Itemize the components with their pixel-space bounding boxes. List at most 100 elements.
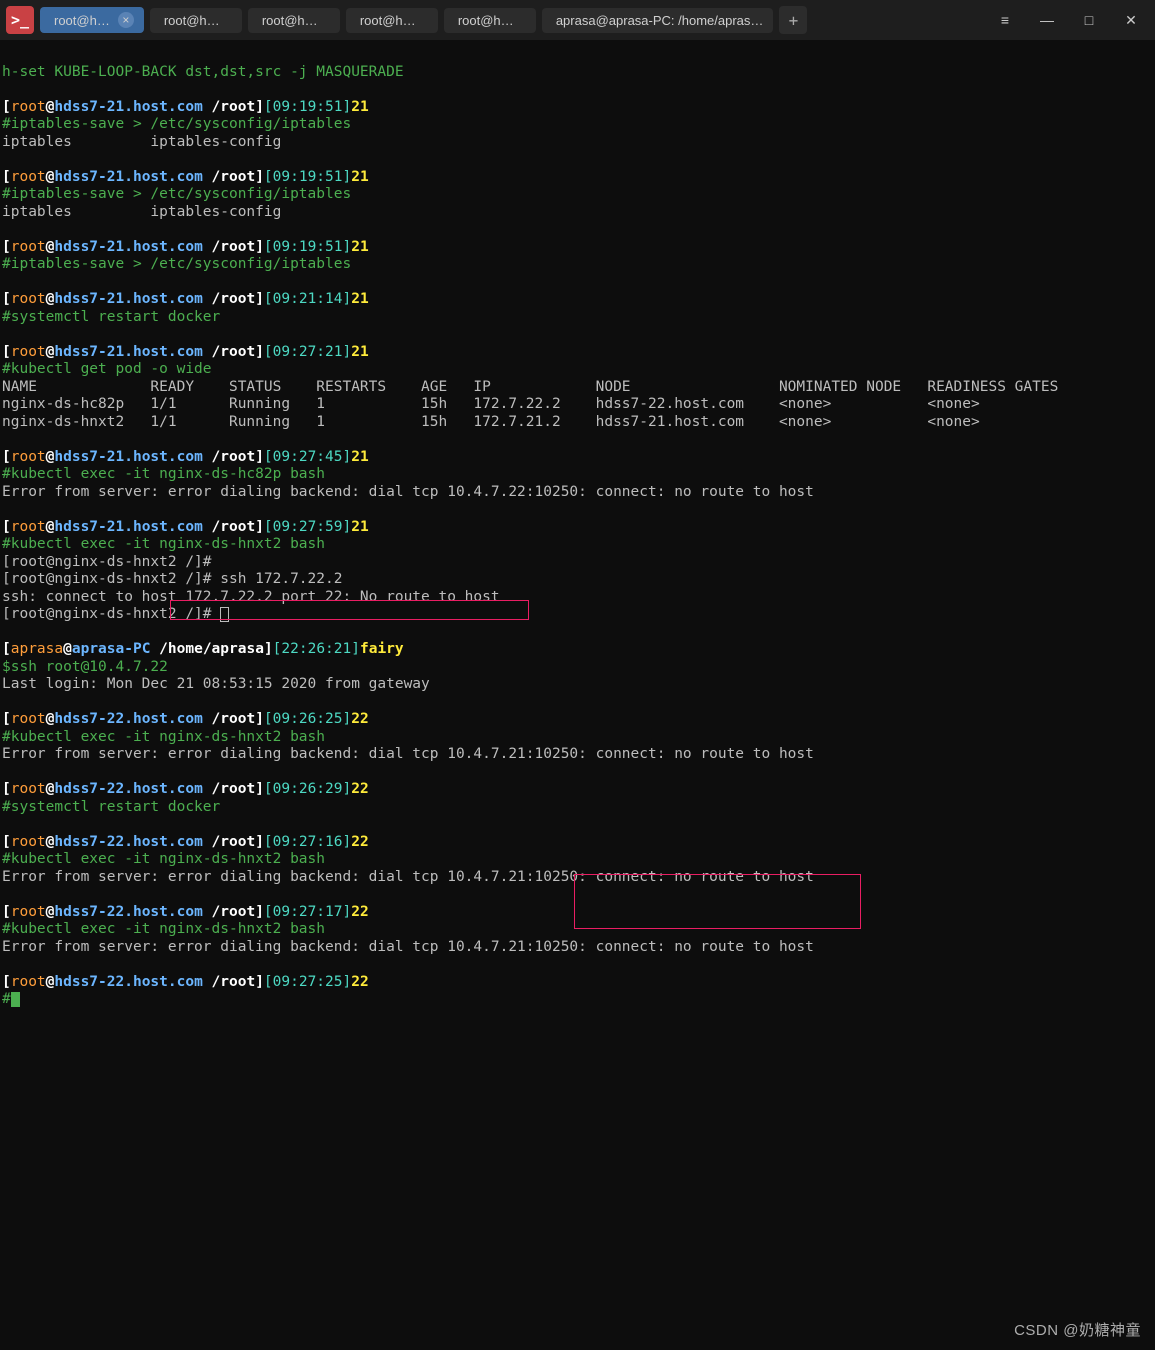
- prompt-host: hdss7-21.host.com: [54, 449, 202, 465]
- close-button[interactable]: ✕: [1113, 5, 1149, 35]
- tab-6[interactable]: aprasa@aprasa-PC: /home/apras…: [542, 8, 774, 33]
- prompt-user: root: [11, 344, 46, 360]
- prompt-path: /root: [212, 169, 256, 185]
- command-line: #iptables-save > /etc/sysconfig/iptables: [2, 116, 351, 132]
- bracket: [: [2, 291, 11, 307]
- bracket: ]: [255, 519, 264, 535]
- bracket: [: [2, 711, 11, 727]
- prompt-host: hdss7-22.host.com: [54, 711, 202, 727]
- output-line: [root@nginx-ds-hnxt2 /]#: [2, 554, 212, 570]
- output-line: Error from server: error dialing backend…: [2, 939, 814, 955]
- timestamp: [09:19:51]: [264, 99, 351, 115]
- new-tab-button[interactable]: +: [779, 6, 807, 34]
- prompt-host: hdss7-22.host.com: [54, 974, 202, 990]
- prompt-user: root: [11, 711, 46, 727]
- bracket: ]: [255, 99, 264, 115]
- bracket: [: [2, 781, 11, 797]
- command-line: #kubectl exec -it nginx-ds-hnxt2 bash: [2, 921, 325, 937]
- bracket: ]: [255, 711, 264, 727]
- bracket: ]: [255, 781, 264, 797]
- prompt-num: 21: [351, 239, 368, 255]
- tab-2[interactable]: root@h…: [150, 8, 242, 33]
- prompt-num: 21: [351, 344, 368, 360]
- prompt-num: 21: [351, 449, 368, 465]
- terminal-output[interactable]: h-set KUBE-LOOP-BACK dst,dst,src -j MASQ…: [0, 40, 1155, 1046]
- timestamp: [22:26:21]: [273, 641, 360, 657]
- prompt-num: 21: [351, 291, 368, 307]
- command-line: #kubectl get pod -o wide: [2, 361, 212, 377]
- command-line: #systemctl restart docker: [2, 799, 220, 815]
- bracket: [: [2, 904, 11, 920]
- prompt-user: root: [11, 904, 46, 920]
- bracket: [: [2, 169, 11, 185]
- timestamp: [09:27:21]: [264, 344, 351, 360]
- prompt-user: aprasa: [11, 641, 63, 657]
- timestamp: [09:27:45]: [264, 449, 351, 465]
- close-icon[interactable]: ×: [118, 12, 134, 28]
- output-line: h-set KUBE-LOOP-BACK dst,dst,src -j MASQ…: [2, 64, 404, 80]
- prompt-path: /root: [212, 239, 256, 255]
- output-line: ssh: connect to host 172.7.22.2 port 22:…: [2, 589, 500, 605]
- prompt-path: /root: [212, 344, 256, 360]
- prompt-host: hdss7-21.host.com: [54, 99, 202, 115]
- tab-1[interactable]: root@h… ×: [40, 7, 144, 33]
- prompt-user: root: [11, 99, 46, 115]
- watermark: CSDN @奶糖神童: [1014, 1319, 1141, 1340]
- bracket: ]: [255, 344, 264, 360]
- bracket: ]: [255, 169, 264, 185]
- prompt-path: /home/aprasa: [159, 641, 264, 657]
- timestamp: [09:26:29]: [264, 781, 351, 797]
- prompt-user: root: [11, 781, 46, 797]
- command-line: #kubectl exec -it nginx-ds-hnxt2 bash: [2, 729, 325, 745]
- bracket: ]: [255, 239, 264, 255]
- timestamp: [09:26:25]: [264, 711, 351, 727]
- table-row: NAME READY STATUS RESTARTS AGE IP NODE N…: [2, 379, 1058, 395]
- prompt-num: 21: [351, 169, 368, 185]
- timestamp: [09:19:51]: [264, 169, 351, 185]
- at: @: [63, 641, 72, 657]
- timestamp: [09:19:51]: [264, 239, 351, 255]
- prompt-host: hdss7-21.host.com: [54, 344, 202, 360]
- bracket: [: [2, 449, 11, 465]
- command-line: #systemctl restart docker: [2, 309, 220, 325]
- tab-4[interactable]: root@h…: [346, 8, 438, 33]
- prompt-user: root: [11, 974, 46, 990]
- prompt-num: 21: [351, 519, 368, 535]
- prompt-user: root: [11, 239, 46, 255]
- tab-label: root@h…: [360, 13, 416, 28]
- prompt-path: /root: [212, 974, 256, 990]
- command-line: #kubectl exec -it nginx-ds-hnxt2 bash: [2, 851, 325, 867]
- bracket: [: [2, 834, 11, 850]
- table-row: nginx-ds-hc82p 1/1 Running 1 15h 172.7.2…: [2, 396, 980, 412]
- terminal-app-icon[interactable]: >_: [6, 6, 34, 34]
- maximize-button[interactable]: □: [1071, 5, 1107, 35]
- output-line: Error from server: error dialing backend…: [2, 484, 814, 500]
- prompt-host: hdss7-22.host.com: [54, 834, 202, 850]
- bracket: ]: [264, 641, 273, 657]
- prompt-host: hdss7-21.host.com: [54, 239, 202, 255]
- timestamp: [09:27:17]: [264, 904, 351, 920]
- output-line: iptables iptables-config: [2, 204, 281, 220]
- cursor-icon: [220, 607, 229, 622]
- command-line: #iptables-save > /etc/sysconfig/iptables: [2, 256, 351, 272]
- timestamp: [09:27:16]: [264, 834, 351, 850]
- prompt-user: root: [11, 519, 46, 535]
- prompt-path: /root: [212, 711, 256, 727]
- output-line: [root@nginx-ds-hnxt2 /]# ssh 172.7.22.2: [2, 571, 342, 587]
- prompt-num: 22: [351, 781, 368, 797]
- command-line: #iptables-save > /etc/sysconfig/iptables: [2, 186, 351, 202]
- hamburger-icon[interactable]: ≡: [987, 5, 1023, 35]
- minimize-button[interactable]: —: [1029, 5, 1065, 35]
- prompt-path: /root: [212, 904, 256, 920]
- prompt-path: /root: [212, 781, 256, 797]
- prompt-num: 22: [351, 834, 368, 850]
- tab-label: aprasa@aprasa-PC: /home/apras…: [556, 13, 764, 28]
- bracket: [: [2, 519, 11, 535]
- tab-5[interactable]: root@h…: [444, 8, 536, 33]
- prompt-host: hdss7-21.host.com: [54, 519, 202, 535]
- prompt-user: root: [11, 834, 46, 850]
- bracket: ]: [255, 904, 264, 920]
- tab-3[interactable]: root@h…: [248, 8, 340, 33]
- prompt-user: root: [11, 169, 46, 185]
- tab-label: root@h…: [458, 13, 514, 28]
